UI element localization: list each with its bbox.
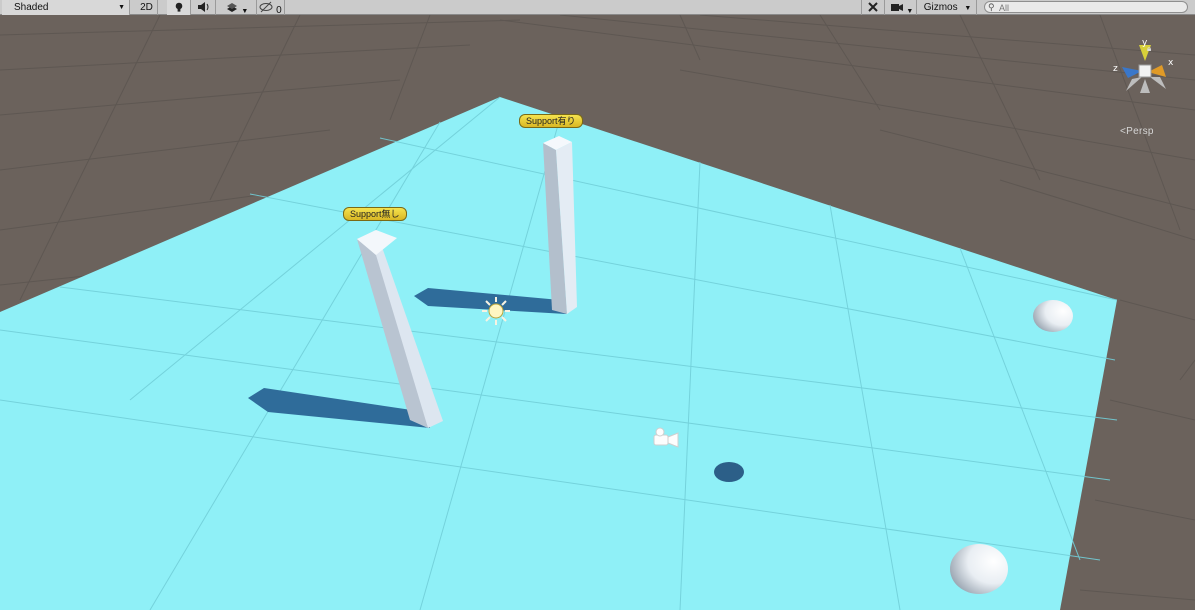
toggle-2d-label: 2D — [140, 2, 153, 13]
sphere-large — [950, 544, 1008, 594]
scene-canvas — [0, 15, 1195, 610]
visibility-icon — [259, 1, 273, 13]
gizmo-neg-x-cone[interactable] — [1126, 77, 1142, 91]
gizmo-center-cube[interactable] — [1138, 64, 1152, 78]
camera-icon — [890, 4, 903, 11]
gizmo-neg-y-cone[interactable] — [1140, 79, 1150, 93]
tools-icon — [868, 2, 878, 12]
effects-dropdown-arrow-icon: ▼ — [241, 8, 249, 15]
sphere-small — [1033, 300, 1073, 332]
dropdown-arrow-icon: ▼ — [118, 4, 125, 11]
support-without-label: Support無し — [343, 207, 407, 221]
scene-search-input[interactable]: ⚲ All — [984, 1, 1188, 13]
view-mode-label: Persp — [1126, 126, 1154, 137]
hidden-objects-toggle[interactable]: 0 — [257, 0, 285, 16]
effects-dropdown[interactable]: ▼ — [217, 0, 257, 15]
view-mode-toggle[interactable]: <Persp — [1120, 126, 1154, 137]
speaker-icon — [197, 2, 208, 12]
search-icon: ⚲ — [988, 2, 995, 12]
gizmos-label: Gizmos — [923, 2, 958, 13]
orientation-gizmo[interactable]: y x z — [1110, 37, 1180, 107]
sphere-shadow — [714, 462, 744, 482]
search-placeholder: All — [999, 3, 1010, 13]
sun-icon — [482, 297, 510, 325]
toggle-2d-button[interactable]: 2D — [136, 0, 158, 15]
gizmo-x-label: x — [1168, 58, 1174, 68]
lock-icon[interactable]: 🔒︎ — [1147, 44, 1151, 54]
effects-icon — [226, 3, 237, 12]
scene-tools-button[interactable] — [861, 0, 885, 15]
scene-toolbar: Shaded ▼ 2D ▼ 0 ▼ Gizmos ▼ ⚲ All — [0, 0, 1195, 16]
lightbulb-icon — [175, 2, 182, 12]
gizmos-dropdown[interactable]: Gizmos ▼ — [919, 0, 977, 15]
gizmo-z-label: z — [1113, 64, 1118, 74]
support-with-label: Support有り — [519, 114, 583, 128]
shading-mode-label: Shaded — [14, 2, 49, 13]
shading-mode-dropdown[interactable]: Shaded ▼ — [2, 0, 130, 15]
audio-toggle-button[interactable] — [192, 0, 216, 15]
camera-settings-dropdown[interactable]: ▼ — [887, 0, 917, 15]
scene-viewport[interactable]: Support有り Support無し y x z 🔒︎ <Persp — [0, 15, 1195, 610]
lighting-toggle-button[interactable] — [167, 0, 191, 15]
camera-dropdown-arrow-icon: ▼ — [906, 8, 914, 15]
gizmos-dropdown-arrow-icon: ▼ — [964, 5, 972, 12]
gizmo-neg-z-cone[interactable] — [1150, 77, 1166, 89]
